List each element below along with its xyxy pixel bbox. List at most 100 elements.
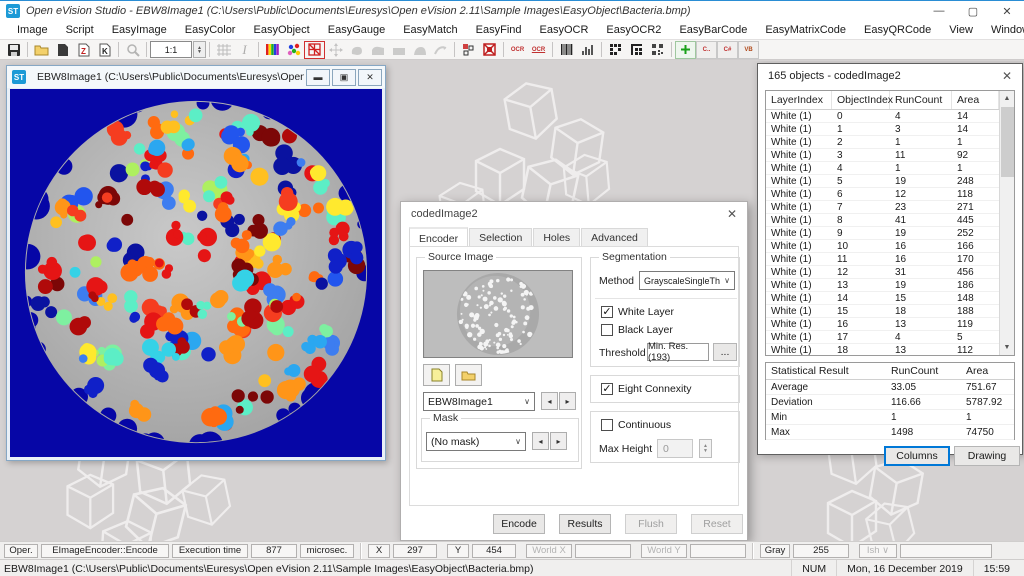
continuous-checkbox[interactable]: Continuous: [601, 419, 671, 431]
image-next-button[interactable]: ▸: [559, 392, 576, 410]
close-icon[interactable]: ✕: [990, 1, 1024, 21]
mask-next-button[interactable]: ▸: [550, 432, 567, 450]
easycolor-icon[interactable]: [262, 41, 283, 59]
objects-panel-close-icon[interactable]: ✕: [1002, 69, 1012, 83]
white-layer-checkbox[interactable]: White Layer: [601, 306, 674, 318]
menu-easyocr[interactable]: EasyOCR: [531, 24, 598, 36]
menu-easymatch[interactable]: EasyMatch: [394, 24, 466, 36]
table-row[interactable]: White (1)1319186: [766, 279, 999, 292]
table-row[interactable]: White (1)841445: [766, 214, 999, 227]
table-row[interactable]: White (1)1231456: [766, 266, 999, 279]
eight-connexity-checkbox[interactable]: Eight Connexity: [601, 383, 692, 395]
menu-easybarcode[interactable]: EasyBarCode: [670, 24, 756, 36]
objects-table-scrollbar[interactable]: ▲ ▼: [999, 91, 1014, 355]
dialog-close-icon[interactable]: ✕: [727, 207, 737, 221]
table-row[interactable]: White (1)411: [766, 162, 999, 175]
matrixcode2-icon[interactable]: [626, 41, 647, 59]
histogram-icon[interactable]: [577, 41, 598, 59]
menu-easymatrixcode[interactable]: EasyMatrixCode: [756, 24, 855, 36]
threshold-browse-button[interactable]: ...: [713, 343, 737, 361]
barcode-icon[interactable]: [556, 41, 577, 59]
color-dots-icon[interactable]: [283, 41, 304, 59]
drawing-button[interactable]: Drawing: [954, 446, 1020, 466]
table-row[interactable]: White (1)1613119: [766, 318, 999, 331]
table-row[interactable]: White (1)1116170: [766, 253, 999, 266]
image-window-titlebar[interactable]: ST EBW8Image1 (C:\Users\Public\Documents…: [7, 66, 385, 88]
encode-button[interactable]: Encode: [493, 514, 545, 534]
image-window-minimize-icon[interactable]: ▬: [306, 69, 330, 86]
matrixcode-icon[interactable]: [605, 41, 626, 59]
table-row[interactable]: White (1)1813112: [766, 344, 999, 355]
threshold-field[interactable]: Min. Res. (193): [647, 343, 709, 361]
selection-grid-icon[interactable]: [479, 41, 500, 59]
table-row[interactable]: White (1)519248: [766, 175, 999, 188]
table-row[interactable]: White (1)919252: [766, 227, 999, 240]
easyocr-icon[interactable]: OCR: [507, 41, 528, 59]
cpp-script-icon[interactable]: C..: [696, 41, 717, 59]
menu-easyimage[interactable]: EasyImage: [103, 24, 176, 36]
csharp-script-icon[interactable]: C#: [717, 41, 738, 59]
tab-holes[interactable]: Holes: [533, 228, 580, 246]
table-row[interactable]: White (1)612118: [766, 188, 999, 201]
easyocr2-icon[interactable]: OCR: [528, 41, 549, 59]
open-icon[interactable]: [31, 41, 52, 59]
columns-button[interactable]: Columns: [884, 446, 950, 466]
menu-image[interactable]: Image: [8, 24, 57, 36]
menu-script[interactable]: Script: [57, 24, 103, 36]
menu-view[interactable]: View: [940, 24, 982, 36]
easyobject-icon[interactable]: [458, 41, 479, 59]
table-row[interactable]: White (1)723271: [766, 201, 999, 214]
new-image-button[interactable]: [423, 364, 450, 386]
open-image-button[interactable]: [455, 364, 482, 386]
menu-easyobject[interactable]: EasyObject: [244, 24, 318, 36]
table-row[interactable]: White (1)211: [766, 136, 999, 149]
coded-image-icon[interactable]: [304, 41, 325, 59]
new-image-icon[interactable]: [52, 41, 73, 59]
bacteria-image[interactable]: [10, 89, 382, 457]
menu-window[interactable]: Window: [982, 24, 1024, 36]
table-row[interactable]: White (1)1415148: [766, 292, 999, 305]
menu-easycolor[interactable]: EasyColor: [176, 24, 245, 36]
black-layer-checkbox[interactable]: Black Layer: [601, 324, 673, 336]
cell: White (1): [766, 176, 832, 187]
table-row[interactable]: White (1)31192: [766, 149, 999, 162]
scroll-down-icon[interactable]: ▼: [1000, 340, 1015, 355]
qrcode-icon[interactable]: [647, 41, 668, 59]
results-button[interactable]: Results: [559, 514, 611, 534]
tab-advanced[interactable]: Advanced: [581, 228, 648, 246]
tab-selection[interactable]: Selection: [469, 228, 532, 246]
menu-easygauge[interactable]: EasyGauge: [319, 24, 394, 36]
scroll-up-icon[interactable]: ▲: [1000, 91, 1015, 106]
scroll-thumb[interactable]: [1001, 107, 1014, 177]
source-image-thumbnail[interactable]: [423, 270, 573, 358]
vb-script-icon[interactable]: VB: [738, 41, 759, 59]
tab-encoder[interactable]: Encoder: [409, 227, 468, 247]
table-row[interactable]: White (1)1745: [766, 331, 999, 344]
add-script-icon[interactable]: [675, 41, 696, 59]
menu-easyfind[interactable]: EasyFind: [467, 24, 531, 36]
dialog-titlebar[interactable]: codedImage2 ✕: [401, 202, 747, 226]
zoom-level-combo[interactable]: 1:1: [150, 41, 192, 58]
objects-panel-titlebar[interactable]: 165 objects - codedImage2 ✕: [758, 64, 1022, 88]
image-select-combo[interactable]: EBW8Image1∨: [423, 392, 535, 411]
method-combo[interactable]: GrayscaleSingleThreshold∨: [639, 271, 735, 290]
cell: 1: [952, 137, 999, 148]
image-prev-button[interactable]: ◂: [541, 392, 558, 410]
zoom-spinner[interactable]: ▲▼: [193, 41, 206, 58]
save-icon[interactable]: [3, 41, 24, 59]
table-row[interactable]: White (1)0414: [766, 110, 999, 123]
menu-easyqrcode[interactable]: EasyQRCode: [855, 24, 940, 36]
minimize-icon[interactable]: —: [922, 1, 956, 21]
table-row[interactable]: White (1)1518188: [766, 305, 999, 318]
image-window-restore-icon[interactable]: ▣: [332, 69, 356, 86]
mask-prev-button[interactable]: ◂: [532, 432, 549, 450]
table-row[interactable]: White (1)1016166: [766, 240, 999, 253]
load-image-z-icon[interactable]: Z: [73, 41, 94, 59]
mask-select-combo[interactable]: (No mask)∨: [426, 432, 526, 451]
maximize-icon[interactable]: ▢: [956, 1, 990, 21]
load-image-k-icon[interactable]: K: [94, 41, 115, 59]
menu-easyocr2[interactable]: EasyOCR2: [597, 24, 670, 36]
objects-table-header[interactable]: LayerIndex ObjectIndex RunCount Area: [766, 91, 999, 110]
image-window-close-icon[interactable]: ✕: [358, 69, 382, 86]
table-row[interactable]: White (1)1314: [766, 123, 999, 136]
